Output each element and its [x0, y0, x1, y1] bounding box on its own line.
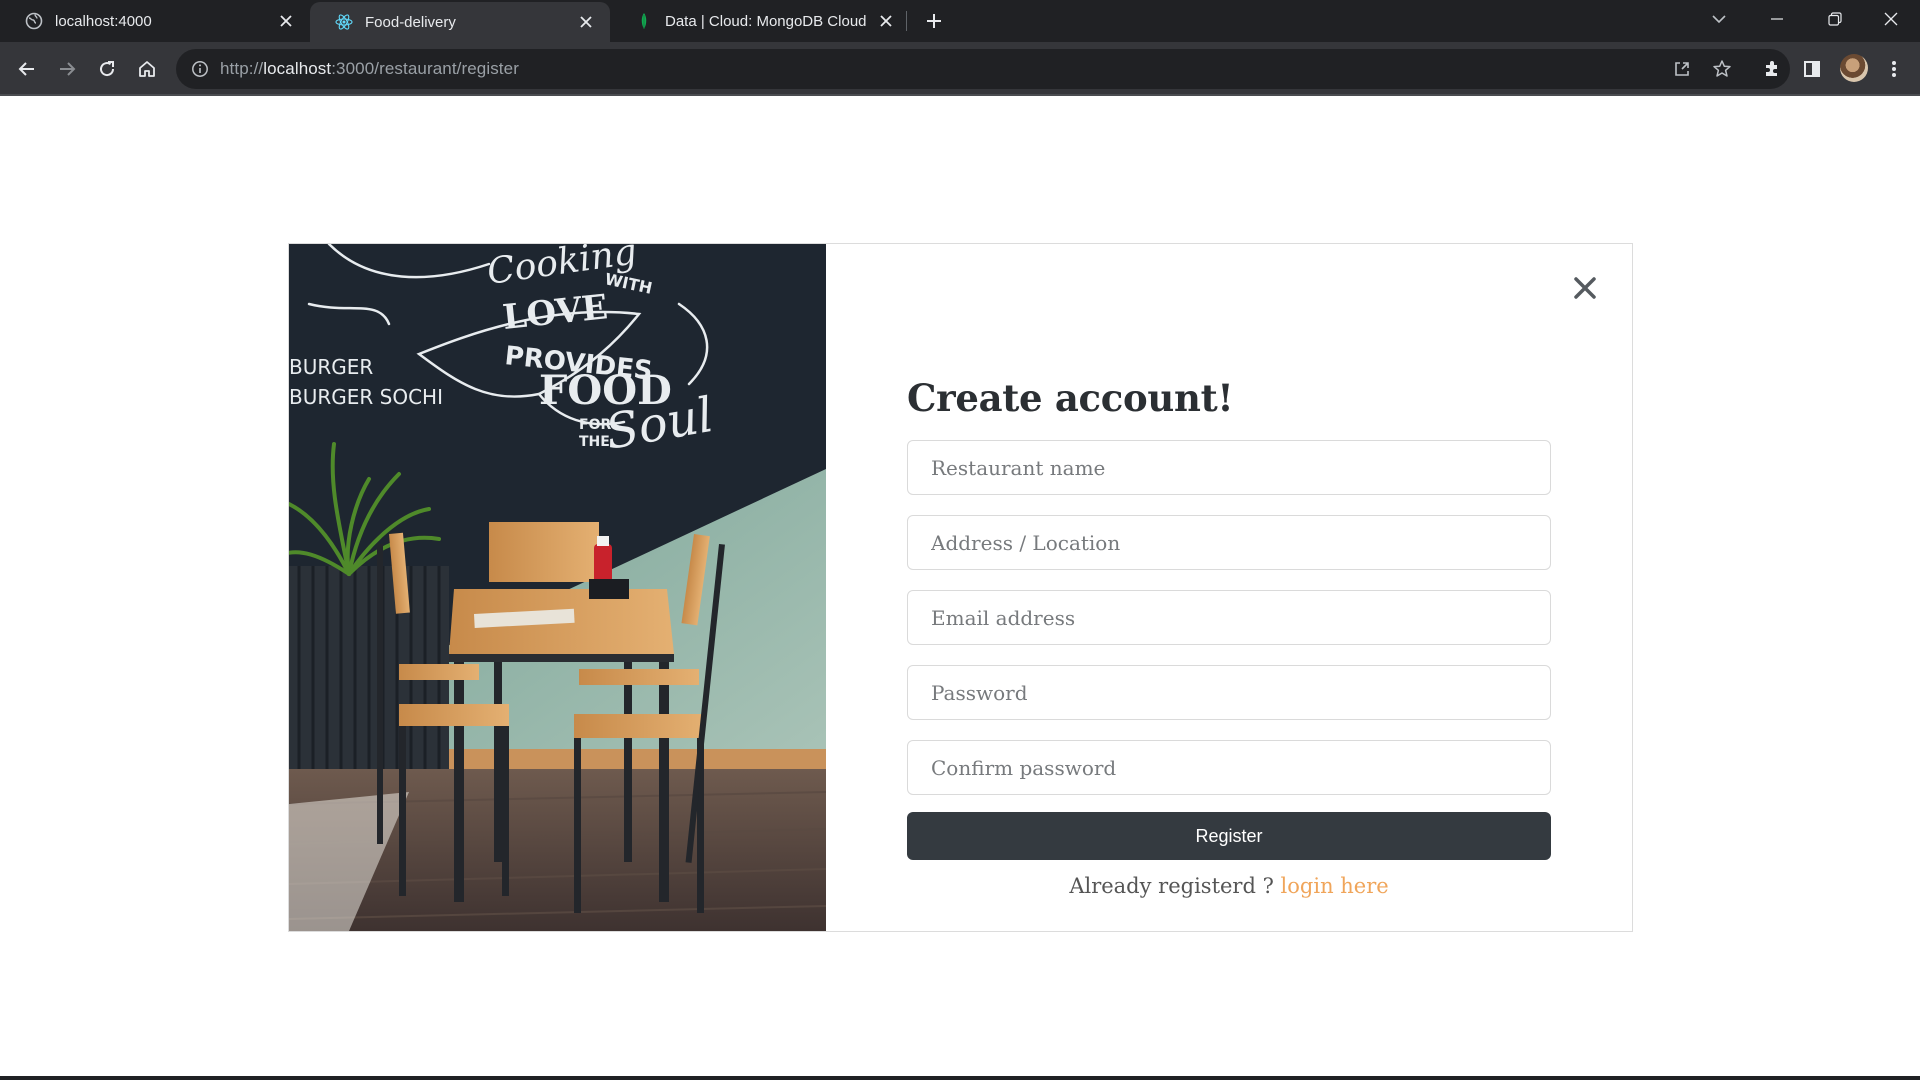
reload-icon — [100, 61, 115, 77]
side-panel-icon — [1804, 61, 1820, 77]
close-window-button[interactable] — [1862, 0, 1920, 38]
share-icon[interactable] — [1666, 53, 1698, 85]
confirm-password-input[interactable] — [907, 740, 1551, 795]
svg-text:BURGER SOCHI: BURGER SOCHI — [289, 385, 443, 409]
login-prompt: Already registerd ? login here — [907, 874, 1551, 898]
react-icon — [335, 13, 353, 31]
close-modal-button[interactable] — [1567, 270, 1603, 306]
register-modal: Cooking WITH LOVE PROVIDES FOOD FOR THE … — [288, 243, 1633, 932]
tab-close-icon[interactable] — [874, 9, 898, 33]
url-path: :3000/restaurant/register — [331, 59, 519, 78]
browser-tab-strip: localhost:4000 Food-delivery Data | Clou… — [0, 0, 1920, 42]
restaurant-name-input[interactable] — [907, 440, 1551, 495]
svg-text:BURGER: BURGER — [289, 355, 373, 379]
url-scheme: http:// — [220, 59, 264, 78]
home-button[interactable] — [131, 53, 163, 85]
register-button[interactable]: Register — [907, 812, 1551, 860]
email-input[interactable] — [907, 590, 1551, 645]
tab-title: Food-delivery — [365, 13, 456, 31]
tab-title: Data | Cloud: MongoDB Cloud — [665, 12, 867, 30]
profile-avatar[interactable] — [1840, 54, 1868, 82]
tab-localhost-4000[interactable]: localhost:4000 — [0, 0, 310, 42]
plus-icon — [927, 14, 941, 28]
tab-title: localhost:4000 — [55, 12, 152, 30]
restore-icon — [1828, 12, 1842, 26]
password-input[interactable] — [907, 665, 1551, 720]
chevron-down-icon — [1712, 15, 1726, 24]
page-content: Cooking WITH LOVE PROVIDES FOOD FOR THE … — [0, 96, 1920, 1080]
arrow-right-icon — [60, 62, 76, 76]
back-button[interactable] — [11, 53, 43, 85]
svg-text:THE: THE — [579, 434, 610, 450]
new-tab-button[interactable] — [920, 7, 948, 35]
puzzle-icon — [1766, 61, 1777, 76]
globe-icon — [25, 12, 43, 30]
chrome-menu-button[interactable] — [1878, 53, 1910, 85]
url-text: http://localhost:3000/restaurant/registe… — [220, 59, 519, 79]
info-icon[interactable] — [180, 49, 220, 89]
close-icon — [1884, 12, 1898, 26]
tab-mongodb-cloud[interactable]: Data | Cloud: MongoDB Cloud — [610, 0, 910, 42]
bookmark-star-icon[interactable] — [1706, 53, 1738, 85]
extensions-button[interactable] — [1756, 53, 1788, 85]
login-prompt-text: Already registerd ? — [1069, 874, 1274, 898]
more-vert-icon — [1892, 61, 1896, 77]
tab-close-icon[interactable] — [574, 10, 598, 34]
close-icon — [1574, 277, 1596, 299]
minimize-icon — [1771, 18, 1783, 20]
restore-button[interactable] — [1806, 0, 1864, 38]
mongodb-leaf-icon — [635, 12, 653, 30]
tab-search-button[interactable] — [1690, 0, 1748, 38]
address-input[interactable] — [907, 515, 1551, 570]
arrow-left-icon — [18, 62, 34, 76]
address-bar[interactable]: http://localhost:3000/restaurant/registe… — [176, 49, 1790, 89]
home-icon — [139, 61, 155, 77]
tab-close-icon[interactable] — [274, 9, 298, 33]
forward-button[interactable] — [51, 53, 83, 85]
login-link[interactable]: login here — [1281, 874, 1389, 898]
form-title: Create account! — [907, 376, 1234, 420]
url-host: localhost — [263, 59, 332, 78]
side-panel-button[interactable] — [1796, 53, 1828, 85]
minimize-button[interactable] — [1748, 0, 1806, 38]
tab-food-delivery[interactable]: Food-delivery — [310, 2, 610, 42]
taskbar-edge — [0, 1076, 1920, 1080]
browser-toolbar: http://localhost:3000/restaurant/registe… — [0, 42, 1920, 96]
tab-separator — [906, 11, 907, 31]
reload-button[interactable] — [91, 53, 123, 85]
restaurant-photo: Cooking WITH LOVE PROVIDES FOOD FOR THE … — [289, 244, 826, 931]
